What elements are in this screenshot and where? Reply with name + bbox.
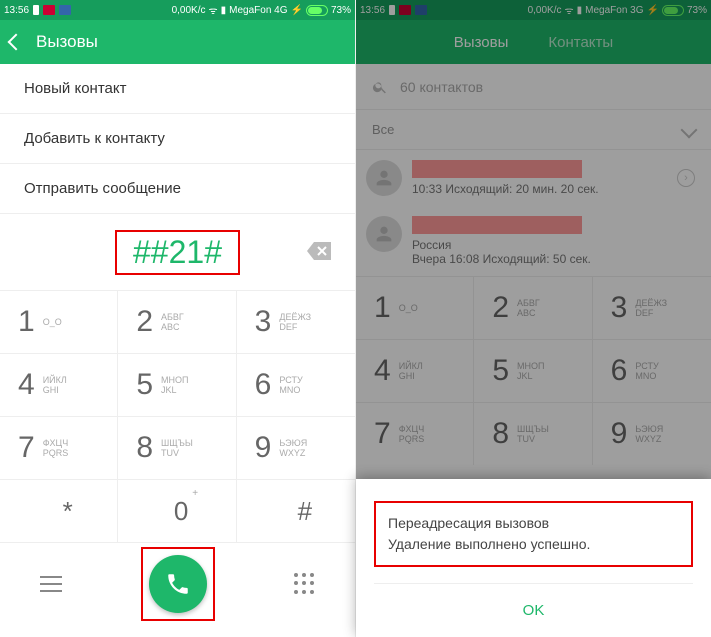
signal-icon: ▮ — [221, 5, 227, 16]
dialog-ok-button[interactable]: OK — [374, 583, 693, 637]
dialog-body: Переадресация вызовов Удаление выполнено… — [374, 501, 693, 567]
status-carrier: MegaFon 4G — [229, 5, 287, 16]
status-bar: 13:56 0,00K/c ᯤ ▮ MegaFon 4G ⚡ 73% — [0, 0, 355, 20]
status-time: 13:56 — [4, 5, 29, 16]
battery-icon — [306, 5, 328, 16]
status-battery: 73% — [331, 5, 351, 16]
key-6[interactable]: 6РСТУMNO — [237, 353, 355, 416]
dialog-line1: Переадресация вызовов — [388, 513, 679, 534]
key-1[interactable]: 1O_O — [0, 290, 118, 353]
call-button-highlight — [141, 547, 215, 621]
dialog-line2: Удаление выполнено успешно. — [388, 534, 679, 555]
backspace-icon[interactable] — [307, 242, 331, 260]
dialed-number: ##21# — [115, 230, 240, 275]
wifi-icon: ᯤ — [209, 3, 218, 17]
key-9[interactable]: 9ЬЭЮЯWXYZ — [237, 416, 355, 479]
menu-new-contact[interactable]: Новый контакт — [0, 64, 355, 114]
dialed-number-row: ##21# — [0, 214, 355, 290]
key-3[interactable]: 3ДЕЁЖЗDEF — [237, 290, 355, 353]
key-5[interactable]: 5МНОПJKL — [118, 353, 236, 416]
vk-icon — [59, 5, 71, 15]
header: Вызовы — [0, 20, 355, 64]
bottom-bar — [0, 542, 355, 625]
dialog: Переадресация вызовов Удаление выполнено… — [356, 479, 711, 637]
menu-icon[interactable] — [40, 576, 62, 592]
key-0[interactable]: 0+ — [118, 479, 236, 542]
key-7[interactable]: 7ФХЦЧPQRS — [0, 416, 118, 479]
gmail-icon — [43, 5, 55, 15]
status-icon — [33, 5, 39, 15]
key-hash[interactable]: # — [237, 479, 355, 542]
key-star[interactable]: * — [0, 479, 118, 542]
back-icon[interactable] — [8, 34, 25, 51]
keypad: 1O_O 2АБВГABC 3ДЕЁЖЗDEF 4ИЙКЛGHI 5МНОПJK… — [0, 290, 355, 542]
right-screen: 13:56 0,00K/c ᯤ ▮ MegaFon 3G ⚡ 73% Вызов… — [355, 0, 711, 637]
key-2[interactable]: 2АБВГABC — [118, 290, 236, 353]
status-speed: 0,00K/c — [172, 5, 206, 16]
left-screen: 13:56 0,00K/c ᯤ ▮ MegaFon 4G ⚡ 73% Вызов… — [0, 0, 355, 637]
key-8[interactable]: 8ШЩЪЫTUV — [118, 416, 236, 479]
call-button[interactable] — [149, 555, 207, 613]
key-4[interactable]: 4ИЙКЛGHI — [0, 353, 118, 416]
charge-icon: ⚡ — [291, 5, 303, 16]
dialpad-icon[interactable] — [294, 573, 316, 595]
menu-send-message[interactable]: Отправить сообщение — [0, 164, 355, 214]
page-title: Вызовы — [36, 32, 98, 52]
menu-add-to-contact[interactable]: Добавить к контакту — [0, 114, 355, 164]
